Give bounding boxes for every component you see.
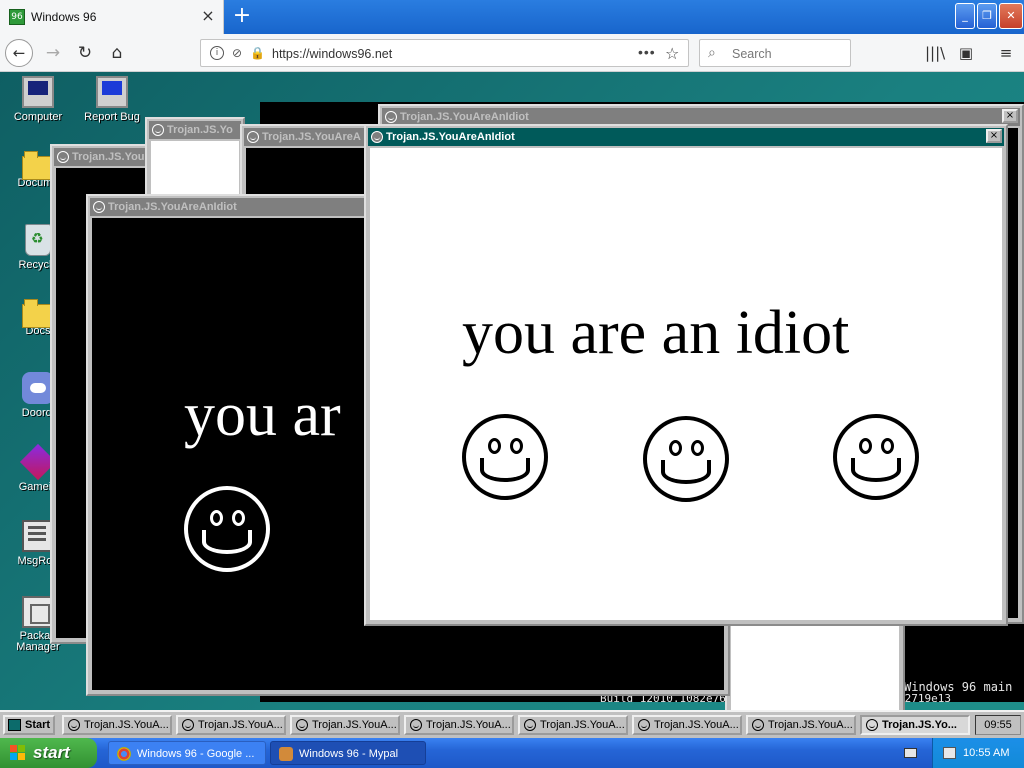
windows96-taskbar: Start Trojan.JS.YouA... Trojan.JS.YouA..…	[0, 710, 1024, 738]
close-window-button[interactable]: ✕	[999, 3, 1023, 29]
w96-taskbar-item[interactable]: Trojan.JS.YouA...	[290, 715, 400, 735]
window-title-bar[interactable]: Trojan.JS.Yo	[149, 121, 241, 139]
search-input[interactable]: ⌕ Search	[699, 39, 851, 67]
w96-taskbar-item-active[interactable]: Trojan.JS.Yo...	[860, 715, 970, 735]
search-icon: ⌕	[708, 45, 716, 61]
bookmark-star-icon[interactable]: ☆	[665, 44, 679, 63]
new-tab-button[interactable]: +	[231, 5, 253, 27]
network-icon[interactable]	[943, 747, 956, 759]
window-title-bar[interactable]: Trojan.JS.YouAreA	[244, 128, 376, 146]
popup-window-active[interactable]: Trojan.JS.YouAreAnIdiot × you are an idi…	[364, 124, 1008, 626]
computer-icon	[22, 76, 54, 108]
window-body: you are an idiot	[370, 148, 1002, 620]
recycle-bin-icon	[25, 224, 51, 256]
tracking-protection-icon[interactable]: ⊘	[230, 46, 244, 60]
windows96-desktop: Computer Report Bug Docume Recycle Docs …	[0, 72, 1024, 738]
w96-taskbar-item[interactable]: Trojan.JS.YouA...	[746, 715, 856, 735]
url-text[interactable]: https://windows96.net	[272, 47, 392, 61]
smiley-icon	[524, 719, 536, 731]
browser-title-bar: 96 Windows 96 × + _ ❐ ✕	[0, 0, 1024, 34]
url-bar[interactable]: i ⊘ 🔒 https://windows96.net ••• ☆	[200, 39, 689, 67]
w96-taskbar-item[interactable]: Trojan.JS.YouA...	[518, 715, 628, 735]
page-actions-icon[interactable]: •••	[638, 44, 656, 60]
tab-title: Windows 96	[31, 10, 97, 24]
windows96-logo-icon	[8, 719, 21, 731]
windows96-favicon-icon: 96	[9, 9, 25, 25]
minimize-button[interactable]: _	[955, 3, 975, 29]
xp-start-button[interactable]: start	[0, 738, 97, 768]
desktop-icon-computer[interactable]: Computer	[0, 76, 76, 123]
forward-button[interactable]: →	[39, 39, 67, 67]
browser-tab[interactable]: 96 Windows 96 ×	[0, 0, 224, 34]
back-button[interactable]: ←	[5, 39, 33, 67]
smiley-icon	[638, 719, 650, 731]
smiley-icon	[385, 111, 397, 123]
xp-taskbar-item[interactable]: Windows 96 - Google ...	[108, 741, 266, 765]
search-placeholder: Search	[732, 47, 772, 61]
smiley-face-icon	[462, 414, 548, 500]
smiley-face-icon	[833, 414, 919, 500]
smiley-face-icon	[643, 416, 729, 502]
w96-taskbar-item[interactable]: Trojan.JS.YouA...	[176, 715, 286, 735]
window-title-bar[interactable]: Trojan.JS.YouAreAnIdiot	[368, 128, 1004, 146]
smiley-icon	[152, 124, 164, 136]
smiley-icon	[296, 719, 308, 731]
xp-taskbar-item-active[interactable]: Windows 96 - Mypal	[270, 741, 426, 765]
close-button[interactable]: ×	[1002, 109, 1018, 123]
report-bug-icon	[96, 76, 128, 108]
close-button[interactable]: ×	[986, 129, 1002, 143]
restore-button[interactable]: ❐	[977, 3, 997, 29]
keyboard-icon[interactable]	[904, 748, 917, 758]
library-icon[interactable]: |||\	[925, 43, 945, 63]
smiley-icon	[410, 719, 422, 731]
w96-taskbar-item[interactable]: Trojan.JS.YouA...	[404, 715, 514, 735]
reload-button[interactable]: ↻	[71, 39, 99, 67]
windows-logo-icon	[10, 745, 26, 761]
menu-icon[interactable]: ≡	[996, 43, 1016, 63]
smiley-icon	[182, 719, 194, 731]
sidebar-icon[interactable]: ▣	[956, 43, 976, 63]
idiot-message: you are an idiot	[462, 299, 850, 367]
close-tab-icon[interactable]: ×	[199, 7, 217, 25]
w96-taskbar-item[interactable]: Trojan.JS.YouA...	[62, 715, 172, 735]
home-button[interactable]: ⌂	[103, 39, 131, 67]
idiot-message: you ar	[184, 381, 341, 449]
lock-icon[interactable]: 🔒	[250, 46, 265, 60]
smiley-icon	[93, 201, 105, 213]
smiley-icon	[57, 151, 69, 163]
w96-clock: 09:55	[975, 715, 1021, 735]
system-tray: 10:55 AM	[932, 738, 1024, 768]
smiley-face-icon	[184, 486, 270, 572]
info-icon[interactable]: i	[210, 46, 224, 60]
w96-taskbar-item[interactable]: Trojan.JS.YouA...	[632, 715, 742, 735]
smiley-icon	[866, 719, 878, 731]
desktop-icon-report-bug[interactable]: Report Bug	[74, 76, 150, 123]
host-taskbar: start Windows 96 - Google ... Windows 96…	[0, 738, 1024, 768]
smiley-icon	[68, 719, 80, 731]
chrome-icon	[117, 747, 131, 761]
xp-clock: 10:55 AM	[963, 747, 1010, 759]
smiley-icon	[247, 131, 259, 143]
smiley-icon	[371, 131, 383, 143]
browser-toolbar: ← → ↻ ⌂ i ⊘ 🔒 https://windows96.net ••• …	[0, 34, 1024, 72]
mypal-icon	[279, 747, 293, 761]
smiley-icon	[752, 719, 764, 731]
w96-start-button[interactable]: Start	[3, 715, 55, 735]
